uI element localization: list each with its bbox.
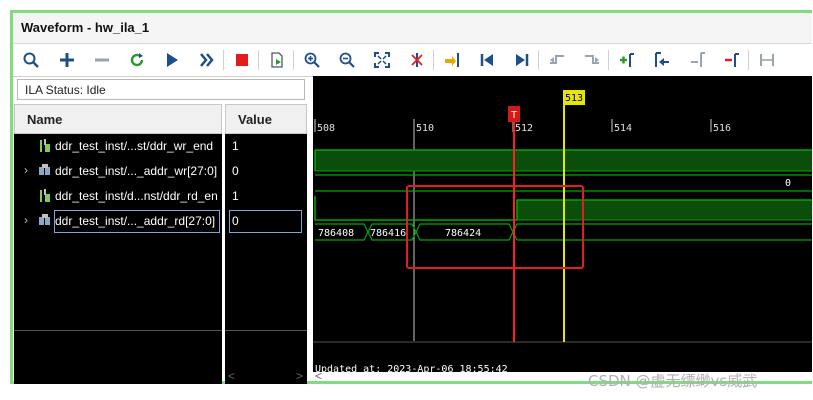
- pane-divider: [14, 330, 222, 331]
- tick-label: 514: [614, 123, 632, 134]
- bus-value-label: 786424: [445, 228, 481, 239]
- plus-icon[interactable]: [55, 48, 79, 72]
- toolbar: [13, 44, 812, 77]
- minus-icon[interactable]: [90, 48, 114, 72]
- toolbar-separator: [608, 50, 609, 70]
- swap-cursor-icon[interactable]: [755, 48, 779, 72]
- fast-forward-icon[interactable]: [195, 48, 219, 72]
- waveform-canvas[interactable]: 508 510 512 514 516 0 786408 786416 7864…: [313, 76, 812, 372]
- export-icon[interactable]: [265, 48, 289, 72]
- zoom-in-icon[interactable]: [300, 48, 324, 72]
- window-title: Waveform - hw_ila_1: [21, 20, 150, 35]
- scroll-left-button[interactable]: <: [228, 369, 235, 385]
- add-marker-icon[interactable]: [615, 48, 639, 72]
- signal-value: 1: [232, 139, 239, 153]
- watermark-text: CSDN @虚无缥缈vs威武: [588, 372, 758, 390]
- expand-chevron-icon[interactable]: ›: [24, 213, 28, 227]
- tick-label: 516: [713, 123, 731, 134]
- bus-signal-icon: [39, 214, 50, 225]
- waveform-window: Waveform - hw_ila_1 ILA Status: Idle Nam…: [10, 10, 812, 384]
- cursor-time-label: 513: [565, 93, 583, 104]
- bus-value-label: 786416: [370, 228, 406, 239]
- selected-row-outline: [54, 210, 220, 233]
- toolbar-separator: [223, 50, 224, 70]
- name-column-header[interactable]: Name: [14, 104, 222, 134]
- tick-label: 510: [416, 123, 434, 134]
- pane-divider: [225, 330, 307, 331]
- bus-value-label: 0: [785, 178, 791, 189]
- toolbar-separator: [293, 50, 294, 70]
- value-column-header[interactable]: Value: [225, 104, 307, 134]
- annotation-highlight-box: [406, 185, 584, 269]
- next-transition-icon[interactable]: [580, 48, 604, 72]
- play-icon[interactable]: [160, 48, 184, 72]
- signal-value-list: 1 0 1 0: [225, 134, 307, 384]
- toolbar-separator: [258, 50, 259, 70]
- zoom-fit-icon[interactable]: [370, 48, 394, 72]
- zoom-out-icon[interactable]: [335, 48, 359, 72]
- signal-name: ddr_test_inst/d...nst/ddr_rd_en: [55, 189, 218, 203]
- last-marker-icon[interactable]: [510, 48, 534, 72]
- prev-marker-icon[interactable]: [650, 48, 674, 72]
- signal-name: ddr_test_inst/..._addr_wr[27:0]: [55, 164, 218, 178]
- search-icon[interactable]: [19, 48, 43, 72]
- next-marker-icon[interactable]: [685, 48, 709, 72]
- refresh-icon[interactable]: [125, 48, 149, 72]
- tick-label: 512: [515, 123, 533, 134]
- signal-name: ddr_test_inst/...st/ddr_wr_end: [55, 139, 214, 153]
- toolbar-separator: [433, 50, 434, 70]
- selected-value-outline: [229, 210, 302, 233]
- stop-icon[interactable]: [230, 48, 254, 72]
- remove-marker-icon[interactable]: [720, 48, 744, 72]
- bit-signal-icon: [40, 189, 50, 202]
- toolbar-separator: [538, 50, 539, 70]
- window-titlebar: Waveform - hw_ila_1: [13, 13, 812, 44]
- scroll-right-button[interactable]: >: [296, 369, 303, 385]
- signal-value: 0: [232, 164, 239, 178]
- bit-signal-icon: [40, 139, 50, 152]
- trigger-marker-label: T: [511, 110, 517, 121]
- tick-label: 508: [317, 123, 335, 134]
- first-marker-icon[interactable]: [475, 48, 499, 72]
- go-to-cursor-icon[interactable]: [440, 48, 464, 72]
- bus-signal-icon: [39, 164, 50, 175]
- signal-value: 1: [232, 189, 239, 203]
- updated-timestamp: Updated at: 2023-Apr-06 18:55:42: [315, 364, 508, 372]
- signal-name-list: ddr_test_inst/...st/ddr_wr_end › ddr_tes…: [14, 134, 222, 384]
- bus-value-label: 786408: [318, 228, 354, 239]
- cursor-icon[interactable]: [405, 48, 429, 72]
- prev-transition-icon[interactable]: [545, 48, 569, 72]
- toolbar-separator: [748, 50, 749, 70]
- expand-chevron-icon[interactable]: ›: [24, 163, 28, 177]
- ila-status: ILA Status: Idle: [17, 79, 305, 100]
